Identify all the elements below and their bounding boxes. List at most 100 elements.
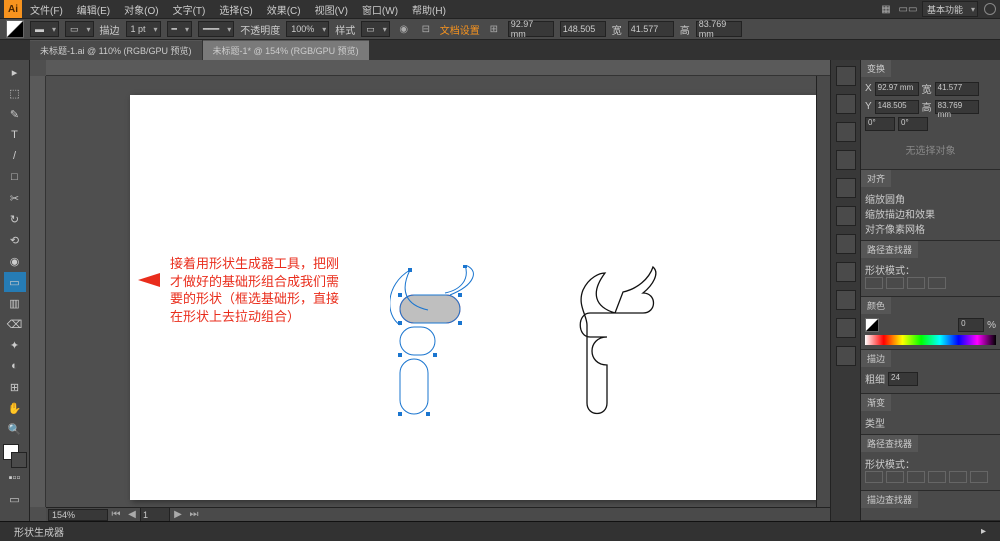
ruler-vertical[interactable] xyxy=(30,76,46,507)
fill-stroke-swatch[interactable] xyxy=(6,20,24,38)
pf-3-icon[interactable] xyxy=(907,471,925,483)
exclude-icon[interactable] xyxy=(928,277,946,289)
doc-tab-2[interactable]: 未标题-1* @ 154% (RGB/GPU 预览) xyxy=(203,40,369,60)
pen-tool[interactable]: ✎ xyxy=(4,104,26,124)
bridge-icon[interactable]: ▦ xyxy=(878,1,894,17)
selection-tool[interactable]: ▸ xyxy=(4,62,26,82)
dock-icon-2[interactable] xyxy=(836,94,856,114)
rotate-tool[interactable]: ↻ xyxy=(4,209,26,229)
ruler-horizontal[interactable] xyxy=(46,60,830,76)
shear[interactable]: 0° xyxy=(898,117,928,131)
dock-icon-3[interactable] xyxy=(836,122,856,142)
pf-2-icon[interactable] xyxy=(886,471,904,483)
opacity-value[interactable]: 100% xyxy=(286,21,329,37)
pf-1-icon[interactable] xyxy=(865,471,883,483)
stroke-dropdown[interactable]: ▭ xyxy=(65,21,94,37)
unite-icon[interactable] xyxy=(865,277,883,289)
scrollbar-vertical[interactable] xyxy=(816,76,830,507)
symbol-sprayer-tool[interactable]: ⊞ xyxy=(4,377,26,397)
stroke-weight-value[interactable]: 24 xyxy=(888,372,918,386)
pf-6-icon[interactable] xyxy=(970,471,988,483)
search-icon[interactable] xyxy=(984,3,996,15)
transform-tab[interactable]: 变换 xyxy=(861,60,891,77)
scrollbar-horizontal[interactable]: 154% ⏮ ◀ 1 ▶ ⏭ xyxy=(46,507,830,521)
tw[interactable]: 41.577 xyxy=(935,82,979,96)
stroke-weight[interactable]: 1 pt xyxy=(126,21,161,37)
mesh-tool[interactable]: ⌫ xyxy=(4,314,26,334)
graphic-style[interactable]: ▭ xyxy=(361,21,390,37)
align-tab[interactable]: 对齐 xyxy=(861,170,891,187)
scale-opt-1[interactable]: 缩放圆角 xyxy=(865,191,996,206)
menu-window[interactable]: 窗口(W) xyxy=(356,0,404,19)
menu-edit[interactable]: 编辑(E) xyxy=(71,0,116,19)
fill-dropdown[interactable]: ▬ xyxy=(30,21,59,37)
dock-icon-1[interactable] xyxy=(836,66,856,86)
menu-file[interactable]: 文件(F) xyxy=(24,0,69,19)
recolor-icon[interactable]: ◉ xyxy=(396,21,412,37)
pf-5-icon[interactable] xyxy=(949,471,967,483)
gradient-tool[interactable]: ✦ xyxy=(4,335,26,355)
artboard-nav-first-icon[interactable]: ⏮ xyxy=(108,507,124,522)
perspective-tool[interactable]: ▥ xyxy=(4,293,26,313)
scale-opt-2[interactable]: 缩放描边和效果 xyxy=(865,206,996,221)
artboard-nav-last-icon[interactable]: ⏭ xyxy=(186,507,202,522)
zoom-level[interactable]: 154% xyxy=(48,509,108,521)
doc-setup-link[interactable]: 文档设置 xyxy=(440,22,480,37)
angle[interactable]: 0° xyxy=(865,117,895,131)
workspace-switcher[interactable]: 基本功能 xyxy=(922,1,978,17)
layers-tab[interactable]: 描边查找器 xyxy=(861,491,918,508)
align-icon[interactable]: ⊟ xyxy=(418,21,434,37)
dock-icon-11[interactable] xyxy=(836,346,856,366)
shape-builder-tool[interactable]: ▭ xyxy=(4,272,26,292)
dock-icon-10[interactable] xyxy=(836,318,856,338)
stroke-tab[interactable]: 描边 xyxy=(861,350,891,367)
tx[interactable]: 92.97 mm xyxy=(875,82,919,96)
dock-icon-5[interactable] xyxy=(836,178,856,198)
menu-view[interactable]: 视图(V) xyxy=(309,0,354,19)
eyedropper-tool[interactable]: ◐ xyxy=(4,356,26,376)
fill-stroke-colors[interactable] xyxy=(3,444,27,468)
status-arrow-icon[interactable]: ▸ xyxy=(973,526,994,537)
scissors-tool[interactable]: ✂ xyxy=(4,188,26,208)
canvas-area[interactable]: 接着用形状生成器工具，把刚才做好的基础形组合成我们需要的形状（框选基础形，直接在… xyxy=(30,60,830,521)
direct-selection-tool[interactable]: ⬚ xyxy=(4,83,26,103)
h-field[interactable]: 83.769 mm xyxy=(696,21,742,37)
dock-icon-9[interactable] xyxy=(836,290,856,310)
gradient-tab[interactable]: 渐变 xyxy=(861,394,891,411)
pf-4-icon[interactable] xyxy=(928,471,946,483)
scale-tool[interactable]: ⟲ xyxy=(4,230,26,250)
w-field[interactable]: 41.577 xyxy=(628,21,674,37)
artboard-nav-prev-icon[interactable]: ◀ xyxy=(124,507,140,522)
scale-opt-3[interactable]: 对齐像素网格 xyxy=(865,221,996,236)
y-field[interactable]: 148.505 xyxy=(560,21,606,37)
type-tool[interactable]: T xyxy=(4,125,26,145)
intersect-icon[interactable] xyxy=(907,277,925,289)
color-spectrum[interactable] xyxy=(865,335,996,345)
color-swatch-icon[interactable] xyxy=(865,318,879,332)
artboard-number[interactable]: 1 xyxy=(140,507,170,522)
artboard-nav-next-icon[interactable]: ▶ xyxy=(170,507,186,522)
zoom-tool[interactable]: 🔍 xyxy=(4,419,26,439)
minus-front-icon[interactable] xyxy=(886,277,904,289)
th[interactable]: 83.769 mm xyxy=(935,100,979,114)
appearance-tab[interactable]: 路径查找器 xyxy=(861,435,918,452)
dock-icon-7[interactable] xyxy=(836,234,856,254)
menu-select[interactable]: 选择(S) xyxy=(213,0,258,19)
dock-icon-6[interactable] xyxy=(836,206,856,226)
ty[interactable]: 148.505 xyxy=(875,100,919,114)
arrange-icon[interactable]: ▭▭ xyxy=(900,1,916,17)
x-field[interactable]: 92.97 mm xyxy=(508,21,554,37)
line-tool[interactable]: / xyxy=(4,146,26,166)
anchor-icon[interactable]: ⊞ xyxy=(486,21,502,37)
artboard[interactable]: 接着用形状生成器工具，把刚才做好的基础形组合成我们需要的形状（框选基础形，直接在… xyxy=(130,95,830,500)
var-width-profile[interactable]: ━ xyxy=(167,21,192,37)
menu-object[interactable]: 对象(O) xyxy=(118,0,164,19)
rectangle-tool[interactable]: □ xyxy=(4,167,26,187)
color-mode-row[interactable]: ▪▫▫ xyxy=(4,468,26,488)
hand-tool[interactable]: ✋ xyxy=(4,398,26,418)
menu-type[interactable]: 文字(T) xyxy=(167,0,212,19)
dock-icon-4[interactable] xyxy=(836,150,856,170)
screen-mode[interactable]: ▭ xyxy=(4,489,26,509)
k-value[interactable]: 0 xyxy=(958,318,984,332)
dock-icon-8[interactable] xyxy=(836,262,856,282)
